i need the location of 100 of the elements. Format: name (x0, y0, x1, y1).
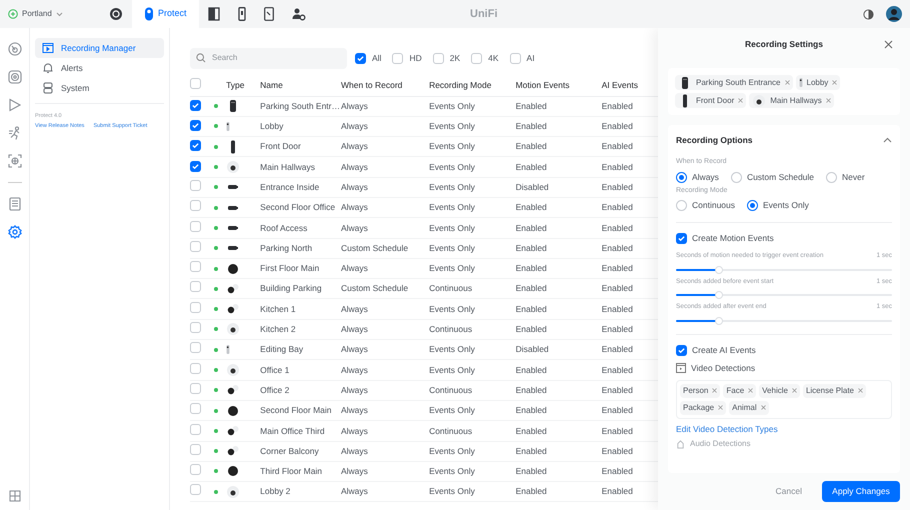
remove-icon[interactable] (784, 80, 790, 85)
column-header: When to Record (340, 75, 430, 96)
detection-tag[interactable]: License Plate (802, 384, 866, 398)
checkbox[interactable] (355, 52, 366, 64)
tags-field[interactable]: Person Face Vehicle License Plate Package Animal (676, 380, 892, 418)
remove-icon[interactable] (738, 98, 744, 103)
camera-chip[interactable]: Main Hallways (749, 93, 834, 108)
edit-detection-link[interactable]: Edit Video Detection Types (676, 422, 892, 436)
dome-camera-icon (226, 322, 240, 336)
list-icon[interactable] (8, 197, 22, 211)
search-input[interactable]: Search (212, 52, 332, 64)
search-field[interactable]: Search (190, 48, 347, 68)
dome-camera-icon (226, 160, 240, 174)
remove-icon[interactable] (832, 80, 838, 85)
checkbox[interactable] (676, 344, 687, 356)
row-checkbox[interactable] (190, 220, 201, 232)
row-checkbox[interactable] (190, 342, 201, 354)
camera-chip[interactable]: Front Door (675, 93, 746, 108)
radio-button[interactable] (730, 172, 742, 182)
row-checkbox[interactable] (190, 120, 201, 132)
row-checkbox[interactable] (190, 403, 201, 414)
table-cell: Corner Balcony (260, 441, 341, 462)
table-cell: Parking North (260, 238, 341, 258)
table-cell: Kitchen 1 (260, 298, 341, 320)
scan-icon[interactable] (8, 154, 22, 168)
row-checkbox[interactable] (190, 362, 201, 374)
checkbox[interactable] (392, 52, 404, 64)
remove-icon[interactable] (760, 405, 766, 410)
remove-icon[interactable] (748, 388, 754, 393)
sidebar-item[interactable]: Alerts (35, 58, 164, 78)
row-checkbox[interactable] (190, 240, 201, 252)
radio-button[interactable] (826, 172, 838, 182)
radio-button[interactable] (676, 200, 687, 211)
table-cell: Enabled (602, 380, 658, 400)
chevron-down-icon (56, 12, 63, 16)
radio-label: Events Only (763, 199, 809, 212)
checkbox[interactable] (471, 52, 482, 64)
remove-icon[interactable] (826, 98, 831, 103)
remove-icon[interactable] (718, 405, 724, 410)
row-checkbox[interactable] (190, 382, 201, 394)
remove-icon[interactable] (792, 388, 797, 393)
site-selector[interactable]: Portland (0, 0, 100, 28)
section-header[interactable]: Recording Options (676, 125, 892, 155)
table-cell: Enabled (516, 319, 602, 340)
row-checkbox[interactable] (190, 140, 201, 152)
dashboard-icon[interactable] (8, 42, 22, 56)
row-checkbox[interactable] (190, 261, 201, 272)
row-checkbox[interactable] (190, 464, 201, 476)
sidebar-item[interactable]: System (35, 78, 164, 98)
drawer-title: Recording Settings (745, 38, 823, 51)
row-checkbox[interactable] (190, 424, 201, 435)
table-cell: Enabled (516, 197, 602, 218)
radio-button[interactable] (676, 172, 687, 182)
row-checkbox[interactable] (190, 200, 201, 212)
table-cell: Disabled (516, 177, 602, 198)
row-checkbox[interactable] (190, 484, 201, 496)
table-cell: Events Only (429, 197, 516, 218)
settings-icon[interactable] (8, 225, 22, 239)
row-checkbox[interactable] (190, 302, 201, 313)
close-icon[interactable] (884, 40, 893, 49)
row-checkbox[interactable] (190, 281, 201, 292)
checkbox[interactable] (190, 78, 201, 89)
row-checkbox[interactable] (190, 160, 201, 172)
detection-tag[interactable]: Animal (729, 400, 769, 414)
remove-icon[interactable] (712, 388, 718, 393)
remove-icon[interactable] (858, 388, 863, 393)
table-cell: Enabled (602, 400, 658, 421)
radio-button[interactable] (747, 200, 758, 211)
detection-tag[interactable]: Face (723, 384, 756, 398)
slider-thumb[interactable] (715, 317, 724, 325)
checkbox[interactable] (676, 232, 687, 244)
camera-icon (798, 78, 802, 87)
avatar[interactable] (886, 6, 902, 22)
checkbox[interactable] (510, 52, 521, 64)
layout-icon[interactable] (8, 490, 20, 502)
detection-tag[interactable]: Person (680, 384, 720, 398)
table-cell: Entrance Inside (260, 177, 341, 198)
slider-thumb[interactable] (715, 266, 724, 274)
play-icon[interactable] (8, 98, 22, 112)
theme-toggle-icon[interactable] (863, 8, 874, 20)
camera-icon[interactable] (8, 70, 22, 84)
camera-chip[interactable]: Parking South Entrance (675, 75, 792, 90)
detection-tag[interactable]: Package (680, 400, 726, 414)
sidebar-item[interactable]: Recording Manager (35, 38, 164, 58)
checkbox[interactable] (432, 52, 444, 64)
running-person-icon[interactable] (8, 126, 22, 140)
app-tab[interactable]: Protect (132, 0, 199, 28)
camera-chip[interactable]: Lobby (796, 75, 840, 90)
table-cell: Events Only (429, 400, 516, 421)
table-cell: Enabled (602, 136, 658, 157)
slider-thumb[interactable] (715, 291, 724, 300)
row-checkbox[interactable] (190, 180, 201, 191)
row-checkbox[interactable] (190, 444, 201, 455)
column-header: Name (260, 75, 341, 96)
detection-tag[interactable]: Vehicle (759, 384, 800, 398)
row-checkbox[interactable] (190, 322, 201, 334)
table-cell: Always (340, 400, 430, 421)
row-checkbox[interactable] (190, 100, 201, 111)
table-cell: Enabled (516, 278, 602, 299)
apply-button[interactable]: Apply Changes (822, 481, 900, 502)
